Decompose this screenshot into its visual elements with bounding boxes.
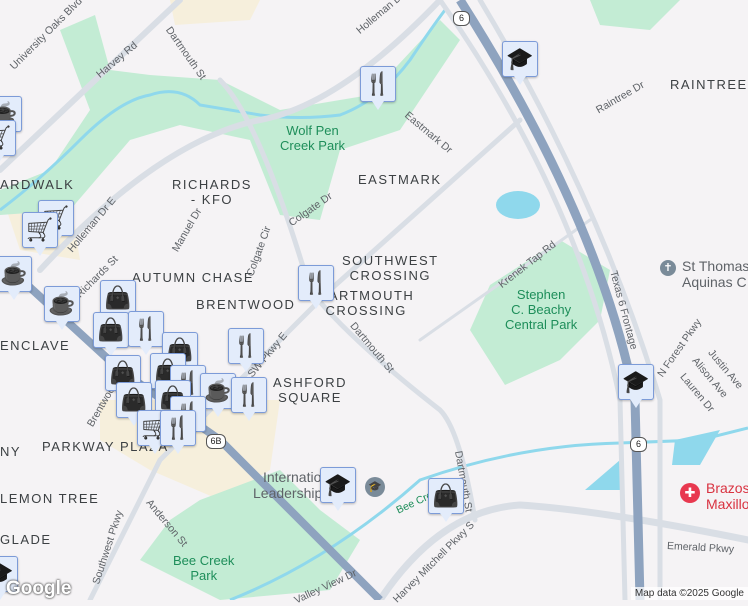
- highway-shield: 6: [453, 11, 470, 26]
- highway-shield: 6B: [206, 434, 226, 449]
- school-marker[interactable]: 🎓: [502, 41, 538, 85]
- restaurant-icon: 🍴: [235, 382, 263, 407]
- school-icon: 🎓: [506, 46, 534, 71]
- restaurant-marker[interactable]: 🍴: [228, 328, 264, 372]
- neighborhood-label: ARDWALK: [0, 177, 75, 192]
- school-icon: 🎓: [622, 369, 650, 394]
- pond: [585, 460, 620, 490]
- cross-icon: ✝: [660, 260, 676, 276]
- park-label: Bee Creek Park: [173, 553, 235, 583]
- coffee-marker[interactable]: ☕: [44, 286, 80, 330]
- highway-shield: 6: [630, 437, 647, 452]
- coffee-icon: ☕: [48, 291, 76, 316]
- shopping-cart-icon: 🛒: [26, 217, 54, 242]
- restaurant-marker[interactable]: 🍴: [360, 66, 396, 110]
- shopping-bag-icon: 👜: [97, 317, 125, 342]
- pond: [496, 191, 540, 219]
- school-icon: 🎓: [324, 472, 352, 497]
- restaurant-marker[interactable]: 🍴: [160, 410, 196, 454]
- park-top-right: [590, 0, 680, 30]
- coffee-icon: ☕: [0, 261, 28, 286]
- shopping-cart-marker[interactable]: 🛒: [22, 212, 58, 256]
- neighborhood-label: ENCLAVE: [0, 338, 71, 353]
- neighborhood-label: NY: [0, 444, 22, 459]
- neighborhood-label: AUTUMN CHASE: [132, 270, 255, 285]
- restaurant-marker[interactable]: 🍴: [128, 311, 164, 355]
- restaurant-marker[interactable]: 🍴: [298, 265, 334, 309]
- school-marker[interactable]: 🎓: [618, 364, 654, 408]
- restaurant-icon: 🍴: [232, 333, 260, 358]
- neighborhood-label: RAINTREE: [670, 77, 748, 92]
- restaurant-icon: 🍴: [164, 415, 192, 440]
- pond: [672, 430, 720, 465]
- clinic-label: Brazos Maxillo: [706, 480, 748, 512]
- neighborhood-label: RICHARDS - KFO: [172, 177, 252, 207]
- park-label: Wolf Pen Creek Park: [280, 123, 346, 153]
- restaurant-icon: 🍴: [132, 316, 160, 341]
- shopping-bag-marker[interactable]: 👜: [93, 312, 129, 356]
- neighborhood-label: ASHFORD SQUARE: [273, 375, 348, 405]
- hospital-icon: ✚: [680, 483, 700, 503]
- neighborhood-label: SOUTHWEST CROSSING: [342, 253, 439, 283]
- restaurant-marker[interactable]: 🍴: [231, 377, 267, 421]
- neighborhood-label: EASTMARK: [358, 172, 442, 187]
- restaurant-icon: 🍴: [302, 270, 330, 295]
- shopping-bag-marker[interactable]: 👜: [428, 478, 464, 522]
- neighborhood-label: BRENTWOOD: [196, 297, 296, 312]
- commercial-area: [170, 0, 260, 25]
- church-label: St Thomas Aquinas C: [682, 258, 748, 290]
- google-logo: Google: [6, 578, 72, 599]
- school-marker[interactable]: 🎓: [320, 467, 356, 511]
- park-label: Stephen C. Beachy Central Park: [505, 287, 578, 332]
- shopping-bag-icon: 👜: [432, 483, 460, 508]
- map-attribution[interactable]: Map data ©2025 Google: [630, 587, 748, 600]
- school-icon: 🎓: [365, 477, 385, 497]
- neighborhood-label: LEMON TREE: [0, 491, 100, 506]
- neighborhood-label: GLADE: [0, 532, 52, 547]
- coffee-icon: ☕: [204, 378, 232, 403]
- shopping-cart-marker[interactable]: 🛒: [0, 120, 16, 164]
- shopping-cart-icon: 🛒: [0, 125, 12, 151]
- coffee-marker[interactable]: ☕: [0, 256, 32, 300]
- restaurant-icon: 🍴: [364, 71, 392, 96]
- shopping-bag-icon: 👜: [104, 285, 132, 310]
